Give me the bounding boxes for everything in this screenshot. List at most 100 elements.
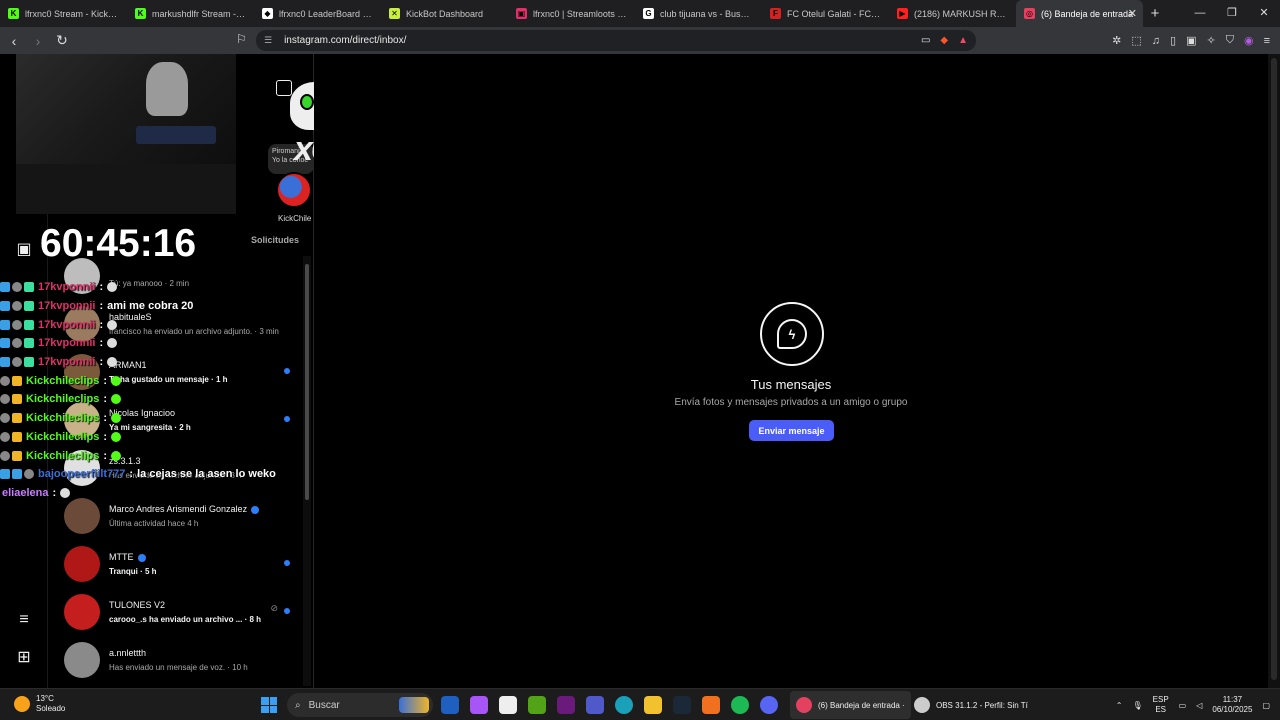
- volume-icon[interactable]: ◁: [1196, 701, 1202, 710]
- forward-icon[interactable]: ›: [28, 33, 48, 49]
- tab-1[interactable]: Kmarkushdlfr Stream - Watc: [127, 0, 254, 27]
- conversation-row[interactable]: a.nnlettth Has enviado un mensaje de voz.…: [48, 638, 304, 686]
- tab-3[interactable]: ✕ KickBot Dashboard: [381, 0, 508, 27]
- discord-icon[interactable]: [760, 696, 778, 714]
- tab-6[interactable]: F FC Otelul Galati - FC Meta: [762, 0, 889, 27]
- leo-icon[interactable]: ✧: [1207, 34, 1216, 47]
- chat-badge-icon: [12, 301, 22, 312]
- conversation-row[interactable]: TULONES V2 carooo_.s ha enviado un archiv…: [48, 590, 304, 638]
- profile-icon[interactable]: ◉: [1244, 34, 1254, 47]
- chat-emote-icon: [107, 357, 118, 368]
- chat-message: Kickchileclips:: [0, 409, 300, 428]
- mic-icon[interactable]: 🎙: [1133, 701, 1143, 710]
- conversation-preview: Tranqui · 5 h: [109, 567, 157, 576]
- edge-icon[interactable]: [615, 696, 633, 714]
- vpn-icon[interactable]: ⛉: [1226, 34, 1234, 47]
- chat-username: Kickchileclips: [26, 412, 100, 425]
- site-settings-icon[interactable]: ☰: [264, 35, 272, 46]
- url-text: instagram.com/direct/inbox/: [284, 35, 407, 46]
- start-icon[interactable]: [261, 697, 277, 713]
- tab-4[interactable]: ▣ lfrxnc0 | Streamloots | Inte: [508, 0, 635, 27]
- tab-label: lfrxnc0 LeaderBoard | The: [279, 8, 373, 19]
- chat-badge-icon: [0, 357, 10, 368]
- conversation-name-text: Marco Andres Arismendi Gonzalez: [109, 504, 248, 514]
- chat-separator: :: [103, 374, 108, 387]
- chat-message: 17kvponnii:: [0, 315, 300, 334]
- extensions-icon[interactable]: ✲: [1112, 34, 1121, 47]
- teams-icon[interactable]: [586, 696, 604, 714]
- chat-username: 17kvponnii: [38, 337, 96, 350]
- conversation-row[interactable]: MTTE Tranqui · 5 h: [48, 542, 304, 590]
- cast-icon[interactable]: ▭: [921, 35, 930, 46]
- nvidia-icon[interactable]: [528, 696, 546, 714]
- music-icon[interactable]: ♫: [1152, 35, 1160, 47]
- outlook-icon[interactable]: [441, 696, 459, 714]
- conversation-name: MTTE: [109, 552, 146, 562]
- close-window-icon[interactable]: ✕: [1248, 0, 1280, 27]
- tab-favicon-icon: ◆: [262, 8, 273, 19]
- meta-apps-icon[interactable]: ⊞: [14, 648, 34, 668]
- brave-shield-icon[interactable]: ◆: [940, 35, 948, 46]
- send-message-button[interactable]: Enviar mensaje: [749, 420, 834, 441]
- tab-0[interactable]: Klfrxnc0 Stream - Kick Dash: [0, 0, 127, 27]
- wallet-icon[interactable]: ▣: [1186, 34, 1196, 47]
- story-avatar[interactable]: [276, 172, 312, 208]
- tab-label: club tijuana vs - Buscar co: [660, 8, 754, 19]
- messenger-icon: ϟ: [760, 302, 824, 366]
- steam-icon[interactable]: [673, 696, 691, 714]
- chat-separator: :: [129, 468, 134, 481]
- reels-icon[interactable]: ▣: [14, 240, 34, 260]
- minimize-icon[interactable]: —: [1184, 0, 1216, 27]
- chat-badge-icon: [24, 338, 34, 349]
- chat-separator: :: [103, 430, 108, 443]
- tab-7[interactable]: ▶ (2186) MARKUSH RP -PEL: [889, 0, 1016, 27]
- taskbar-window[interactable]: OBS 31.1.2 - Perfil: Sin Tí: [908, 691, 1034, 719]
- page-scrollbar[interactable]: [1268, 54, 1280, 688]
- vs-icon[interactable]: [557, 696, 575, 714]
- back-icon[interactable]: ‹: [4, 33, 24, 49]
- conversation-preview: Has enviado un mensaje de voz. · 10 h: [109, 663, 248, 672]
- tray-chevron-icon[interactable]: ⌃: [1116, 701, 1123, 710]
- restore-icon[interactable]: ❐: [1216, 0, 1248, 27]
- more-menu-icon[interactable]: ≡: [14, 610, 34, 630]
- network-icon[interactable]: ▭: [1179, 701, 1187, 710]
- tab-label: (6) Bandeja de entrada: [1041, 8, 1134, 19]
- copilot-icon[interactable]: [470, 696, 488, 714]
- language-indicator[interactable]: ESP ES: [1153, 695, 1169, 715]
- brave-rewards-icon[interactable]: ▲: [958, 35, 968, 46]
- tab-label: (2186) MARKUSH RP -PEL: [914, 8, 1008, 19]
- notifications-icon[interactable]: ▢: [1262, 701, 1270, 710]
- tab-2[interactable]: ◆ lfrxnc0 LeaderBoard | The: [254, 0, 381, 27]
- chat-message: Kickchileclips:: [0, 390, 300, 409]
- weather-condition: Soleado: [36, 704, 66, 713]
- sidebar-icon[interactable]: ▯: [1170, 34, 1176, 47]
- reload-icon[interactable]: ↻: [52, 32, 72, 49]
- chat-badge-icon: [0, 282, 10, 293]
- chat-emote-icon: [111, 413, 122, 424]
- taskbar-window[interactable]: (6) Bandeja de entrada ·: [790, 691, 911, 719]
- store-icon[interactable]: [499, 696, 517, 714]
- bookmark-icon[interactable]: ⚐: [236, 32, 247, 46]
- spotify-icon[interactable]: [731, 696, 749, 714]
- taskbar-search[interactable]: ⌕ Buscar: [287, 693, 433, 717]
- new-tab-button[interactable]: +: [1143, 5, 1167, 22]
- folder-icon[interactable]: [644, 696, 662, 714]
- tab-close-icon[interactable]: ✕: [1128, 7, 1137, 20]
- chat-emote-icon: [107, 338, 118, 349]
- tab-favicon-icon: ✕: [389, 8, 400, 19]
- chat-badge-icon: [12, 431, 22, 442]
- menu-icon[interactable]: ≡: [1264, 35, 1270, 47]
- app-a-icon[interactable]: [702, 696, 720, 714]
- url-field[interactable]: ☰ instagram.com/direct/inbox/ ▭ ◆ ▲: [256, 30, 976, 51]
- conversation-scrollbar[interactable]: [303, 256, 311, 686]
- screenshot-icon[interactable]: ⬚: [1131, 34, 1141, 47]
- requests-link[interactable]: Solicitudes: [251, 235, 299, 245]
- chat-message: Kickchileclips:: [0, 371, 300, 390]
- tab-5[interactable]: Gclub tijuana vs - Buscar co: [635, 0, 762, 27]
- tab-8[interactable]: ◎ (6) Bandeja de entrada ✕: [1016, 0, 1143, 27]
- chat-message: 17kvponnii: ami me cobra 20: [0, 297, 300, 316]
- clock[interactable]: 11:37 06/10/2025: [1212, 695, 1252, 715]
- taskbar: 13°C Soleado ⌕ Buscar (6) Bandeja de ent…: [0, 688, 1280, 720]
- weather-widget[interactable]: 13°C Soleado: [14, 694, 65, 714]
- chat-username: 17kvponnii: [38, 281, 96, 294]
